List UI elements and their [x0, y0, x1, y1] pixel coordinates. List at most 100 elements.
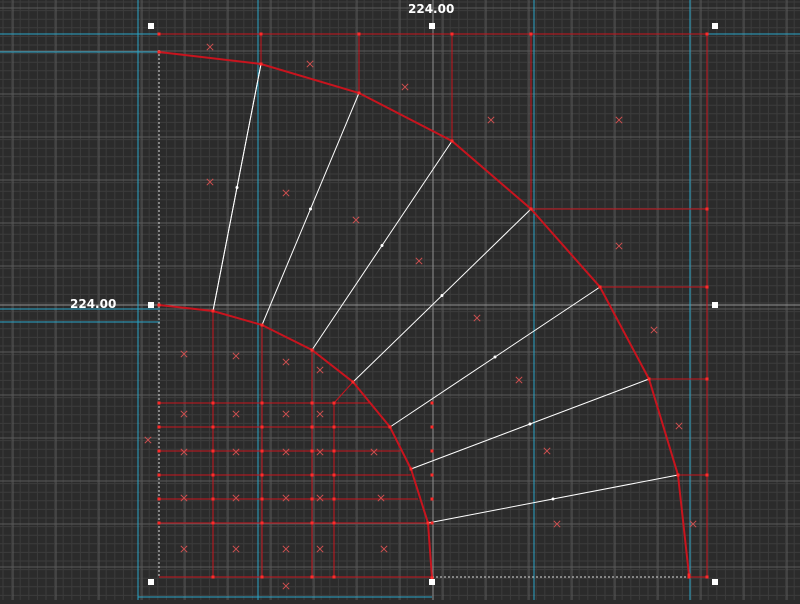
dot-vertex-icon[interactable] — [529, 207, 533, 211]
dot-vertex-icon[interactable] — [259, 32, 263, 36]
dot-vertex-icon[interactable] — [426, 521, 430, 525]
dot-vertex-icon[interactable] — [332, 521, 336, 525]
dot-vertex-icon[interactable] — [529, 32, 533, 36]
dot-vertex-icon[interactable] — [332, 497, 336, 501]
dot-vertex-icon[interactable] — [260, 497, 264, 501]
dot-vertex-icon[interactable] — [157, 50, 161, 54]
dot-vertex-icon[interactable] — [157, 32, 161, 36]
dot-vertex-icon[interactable] — [211, 521, 215, 525]
dimension-width-label: 224.00 — [408, 2, 455, 16]
dot-vertex-icon[interactable] — [388, 425, 392, 429]
dot-vertex-icon[interactable] — [260, 401, 264, 405]
x-mark-icon — [316, 545, 324, 553]
x-mark-icon — [282, 448, 290, 456]
x-mark-icon — [316, 448, 324, 456]
dot-vertex-icon[interactable] — [332, 575, 336, 579]
dot-vertex-icon[interactable] — [157, 473, 161, 477]
x-mark-icon — [615, 242, 623, 250]
spline-point[interactable] — [528, 422, 532, 426]
square-handle-icon[interactable] — [712, 579, 718, 585]
dimension-height-label: 224.00 — [70, 297, 117, 311]
dot-vertex-icon[interactable] — [430, 497, 434, 501]
dot-vertex-icon[interactable] — [687, 575, 691, 579]
x-mark-icon — [316, 410, 324, 418]
square-handle-icon[interactable] — [148, 579, 154, 585]
brush-edge[interactable] — [333, 381, 354, 404]
dot-vertex-icon[interactable] — [260, 473, 264, 477]
dot-vertex-icon[interactable] — [357, 32, 361, 36]
x-mark-icon — [316, 494, 324, 502]
viewport-canvas[interactable] — [0, 0, 800, 600]
dot-vertex-icon[interactable] — [647, 377, 651, 381]
dot-vertex-icon[interactable] — [260, 425, 264, 429]
dot-vertex-icon[interactable] — [310, 497, 314, 501]
dot-vertex-icon[interactable] — [332, 401, 336, 405]
dot-vertex-icon[interactable] — [351, 380, 355, 384]
dot-vertex-icon[interactable] — [430, 449, 434, 453]
dot-vertex-icon[interactable] — [430, 473, 434, 477]
dot-vertex-icon[interactable] — [705, 575, 709, 579]
dot-vertex-icon[interactable] — [705, 377, 709, 381]
dot-vertex-icon[interactable] — [705, 207, 709, 211]
dot-vertex-icon[interactable] — [157, 449, 161, 453]
dot-vertex-icon[interactable] — [211, 473, 215, 477]
square-handle-icon[interactable] — [148, 23, 154, 29]
spline-line[interactable] — [212, 63, 262, 312]
dot-vertex-icon[interactable] — [430, 401, 434, 405]
x-mark-icon — [282, 494, 290, 502]
spline-lines[interactable] — [212, 63, 679, 524]
square-handle-icon[interactable] — [429, 579, 435, 585]
dot-vertex-icon[interactable] — [310, 521, 314, 525]
dot-vertex-icon[interactable] — [310, 575, 314, 579]
dot-vertex-icon[interactable] — [310, 348, 314, 352]
square-handle-icon[interactable] — [712, 302, 718, 308]
dot-vertex-icon[interactable] — [211, 309, 215, 313]
dot-vertex-icon[interactable] — [676, 473, 680, 477]
dot-vertex-icon[interactable] — [260, 449, 264, 453]
dot-vertex-icon[interactable] — [430, 521, 434, 525]
dot-vertex-icon[interactable] — [450, 32, 454, 36]
dot-vertex-icon[interactable] — [259, 62, 263, 66]
dot-vertex-icon[interactable] — [211, 425, 215, 429]
dot-vertex-icon[interactable] — [430, 425, 434, 429]
spline-point[interactable] — [440, 294, 444, 297]
dot-vertex-icon[interactable] — [211, 497, 215, 501]
x-mark-icon — [370, 448, 378, 456]
dot-vertex-icon[interactable] — [260, 575, 264, 579]
spline-point[interactable] — [309, 207, 312, 211]
x-mark-icon — [232, 410, 240, 418]
dot-vertex-icon[interactable] — [332, 473, 336, 477]
dot-vertex-icon[interactable] — [157, 401, 161, 405]
spline-point[interactable] — [493, 355, 497, 359]
dot-vertex-icon[interactable] — [409, 467, 413, 471]
square-handle-icon[interactable] — [712, 23, 718, 29]
dot-vertex-icon[interactable] — [310, 449, 314, 453]
dot-vertex-icon[interactable] — [211, 401, 215, 405]
x-mark-icon — [232, 448, 240, 456]
dot-vertex-icon[interactable] — [211, 449, 215, 453]
dot-vertex-icon[interactable] — [310, 473, 314, 477]
dot-vertex-icon[interactable] — [157, 497, 161, 501]
dot-vertex-icon[interactable] — [310, 425, 314, 429]
square-handle-icon[interactable] — [429, 23, 435, 29]
dot-vertex-icon[interactable] — [705, 285, 709, 289]
editor-2d-viewport[interactable]: 224.00 224.00 — [0, 0, 800, 600]
dot-vertex-icon[interactable] — [310, 401, 314, 405]
dot-vertex-icon[interactable] — [705, 32, 709, 36]
dot-vertex-icon[interactable] — [260, 521, 264, 525]
dot-vertex-icon[interactable] — [357, 91, 361, 95]
dot-vertex-icon[interactable] — [157, 521, 161, 525]
dot-vertex-icon[interactable] — [598, 285, 602, 289]
dot-vertex-icon[interactable] — [211, 575, 215, 579]
dot-vertex-icon[interactable] — [260, 323, 264, 327]
dot-vertex-icon[interactable] — [332, 449, 336, 453]
spline-point[interactable] — [380, 244, 384, 247]
dot-vertex-icon[interactable] — [157, 303, 161, 307]
x-mark-icon — [232, 494, 240, 502]
square-handle-icon[interactable] — [148, 302, 154, 308]
dot-vertex-icon[interactable] — [450, 139, 454, 143]
spline-point[interactable] — [551, 497, 555, 501]
dot-vertex-icon[interactable] — [157, 425, 161, 429]
dot-vertex-icon[interactable] — [705, 473, 709, 477]
dot-vertex-icon[interactable] — [332, 425, 336, 429]
